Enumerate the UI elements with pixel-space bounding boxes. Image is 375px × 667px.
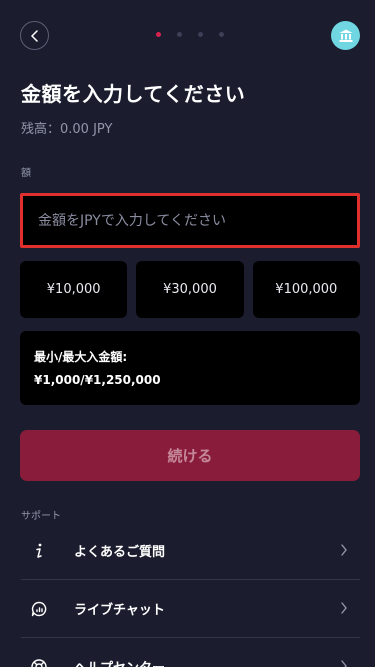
support-list: よくあるご質問 ライブチャット ヘルプセンター xyxy=(21,522,360,667)
chevron-right-icon xyxy=(341,660,347,667)
support-item-help-center[interactable]: ヘルプセンター xyxy=(21,638,360,667)
step-dot-4 xyxy=(219,32,224,37)
bank-icon xyxy=(339,29,352,42)
step-dot-2 xyxy=(177,32,182,37)
preset-button-10000[interactable]: ¥10,000 xyxy=(20,261,128,318)
support-section-label: サポート xyxy=(21,511,61,522)
top-bar xyxy=(0,0,375,70)
chevron-right-icon xyxy=(341,602,347,614)
step-dot-1 xyxy=(156,32,161,37)
amount-input[interactable] xyxy=(38,212,357,229)
balance-text: 残高：0.00 JPY xyxy=(21,122,113,137)
deposit-limits-box: 最小/最大入金額: ¥1,000/¥1,250,000 xyxy=(20,331,360,405)
support-item-label: よくあるご質問 xyxy=(74,545,166,560)
amount-label: 額 xyxy=(21,168,31,179)
support-item-label: ライブチャット xyxy=(74,603,165,618)
continue-button[interactable]: 続ける xyxy=(20,430,360,481)
page-title: 金額を入力してください xyxy=(21,82,246,106)
chat-icon xyxy=(29,599,49,619)
preset-amounts: ¥10,000 ¥30,000 ¥100,000 xyxy=(20,261,360,318)
preset-button-100000[interactable]: ¥100,000 xyxy=(252,261,360,318)
back-button[interactable] xyxy=(20,21,49,50)
info-icon xyxy=(29,541,49,561)
deposit-limits-label: 最小/最大入金額: xyxy=(34,350,128,364)
support-item-live-chat[interactable]: ライブチャット xyxy=(21,580,360,638)
step-dot-3 xyxy=(198,32,203,37)
bank-button[interactable] xyxy=(331,21,360,50)
deposit-limits-value: ¥1,000/¥1,250,000 xyxy=(34,373,161,387)
help-icon xyxy=(29,657,49,667)
support-item-label: ヘルプセンター xyxy=(74,657,165,667)
support-item-faq[interactable]: よくあるご質問 xyxy=(21,522,360,580)
preset-button-30000[interactable]: ¥30,000 xyxy=(136,261,244,318)
amount-field[interactable] xyxy=(20,193,360,248)
chevron-left-icon xyxy=(30,29,38,42)
step-indicator xyxy=(156,32,224,37)
chevron-right-icon xyxy=(341,544,347,556)
